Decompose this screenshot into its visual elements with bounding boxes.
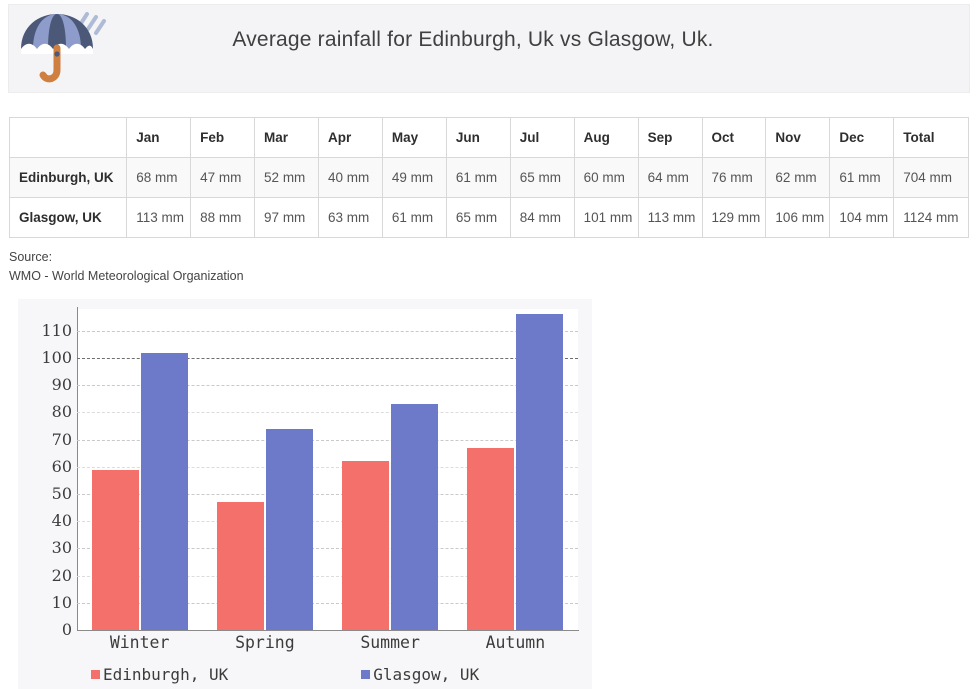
source-text: WMO - World Meteorological Organization (9, 269, 244, 283)
umbrella-with-rain-icon (9, 4, 117, 93)
cell-edinburgh-jun: 61 mm (445, 157, 511, 198)
cell-glasgow-jan: 113 mm (126, 197, 192, 238)
legend-item-glasgow[interactable]: Glasgow, UK (361, 665, 479, 684)
cell-edinburgh-mar: 52 mm (254, 157, 319, 198)
y-tick-label-90: 90 (51, 375, 72, 395)
bar-winter-glasgow[interactable] (140, 352, 188, 630)
chart-legend: Edinburgh, UK Glasgow, UK (77, 665, 578, 684)
row-label-glasgow: Glasgow, UK (8, 197, 128, 238)
cell-edinburgh-dec: 61 mm (829, 157, 895, 198)
y-tick-label-40: 40 (51, 511, 72, 531)
cell-glasgow-sep: 113 mm (637, 197, 703, 238)
cell-edinburgh-jul: 65 mm (509, 157, 575, 198)
y-tick-label-10: 10 (51, 592, 72, 612)
y-tick-label-50: 50 (51, 483, 72, 503)
cell-edinburgh-aug: 60 mm (573, 157, 639, 198)
bar-autumn-edinburgh[interactable] (467, 447, 515, 630)
column-header-jul: Jul (509, 117, 575, 158)
table-row: Glasgow, UK 113 mm 88 mm 97 mm 63 mm 61 … (8, 197, 969, 238)
cell-glasgow-nov: 106 mm (765, 197, 831, 238)
y-tick-label-80: 80 (51, 402, 72, 422)
column-header-apr: Apr (317, 117, 383, 158)
cell-edinburgh-jan: 68 mm (126, 157, 192, 198)
bar-spring-edinburgh[interactable] (216, 502, 264, 630)
bar-spring-glasgow[interactable] (265, 428, 313, 630)
cell-edinburgh-sep: 64 mm (637, 157, 703, 198)
cell-edinburgh-feb: 47 mm (190, 157, 256, 198)
column-header-jan: Jan (126, 117, 192, 158)
legend-swatch-icon (361, 670, 371, 679)
bar-winter-edinburgh[interactable] (91, 469, 139, 630)
x-axis-line (77, 630, 579, 631)
column-header-aug: Aug (573, 117, 639, 158)
legend-label-glasgow: Glasgow, UK (373, 665, 480, 684)
y-tick-label-0: 0 (61, 620, 72, 639)
x-axis-label-spring: Spring (235, 633, 295, 652)
column-header-mar: Mar (254, 117, 319, 158)
bar-summer-edinburgh[interactable] (342, 461, 390, 630)
table-corner-cell (8, 117, 128, 158)
table-head: Jan Feb Mar Apr May Jun Jul Aug Sep Oct … (8, 117, 969, 158)
x-axis-label-autumn: Autumn (485, 633, 546, 652)
column-header-total: Total (893, 117, 969, 158)
cell-edinburgh-oct: 76 mm (701, 157, 767, 198)
cell-glasgow-jul: 84 mm (509, 197, 575, 238)
table-header-row: Jan Feb Mar Apr May Jun Jul Aug Sep Oct … (8, 117, 969, 158)
column-header-oct: Oct (701, 117, 767, 158)
row-label-edinburgh: Edinburgh, UK (8, 157, 128, 198)
column-header-jun: Jun (445, 117, 511, 158)
y-tick-label-60: 60 (51, 456, 72, 476)
table-row: Edinburgh, UK 68 mm 47 mm 52 mm 40 mm 49… (8, 157, 969, 198)
cell-glasgow-aug: 101 mm (573, 197, 639, 238)
cell-glasgow-oct: 129 mm (701, 197, 767, 238)
cell-glasgow-jun: 65 mm (445, 197, 511, 238)
source-label: Source: (9, 250, 53, 264)
rainfall-table: Jan Feb Mar Apr May Jun Jul Aug Sep Oct … (8, 117, 969, 238)
cell-glasgow-total: 1124 mm (893, 197, 969, 238)
header-banner: Average rainfall for Edinburgh, Uk vs Gl… (8, 4, 970, 93)
table-body: Edinburgh, UK 68 mm 47 mm 52 mm 40 mm 49… (8, 157, 969, 238)
cell-edinburgh-total: 704 mm (893, 157, 969, 198)
y-tick-label-110: 110 (41, 320, 72, 340)
cell-glasgow-apr: 63 mm (317, 197, 383, 238)
y-tick-label-70: 70 (51, 429, 72, 449)
column-header-dec: Dec (829, 117, 895, 158)
cell-glasgow-mar: 97 mm (254, 197, 319, 238)
legend-item-edinburgh[interactable]: Edinburgh, UK (91, 665, 228, 684)
x-axis-label-winter: Winter (109, 633, 170, 652)
column-header-sep: Sep (637, 117, 703, 158)
bar-autumn-glasgow[interactable] (516, 314, 564, 630)
legend-label-edinburgh: Edinburgh, UK (103, 665, 229, 684)
y-tick-label-100: 100 (41, 347, 72, 367)
x-axis-label-summer: Summer (360, 633, 420, 652)
cell-glasgow-feb: 88 mm (190, 197, 256, 238)
gridline-110 (77, 330, 578, 332)
column-header-nov: Nov (765, 117, 831, 158)
column-header-may: May (381, 117, 447, 158)
source-block: Source: WMO - World Meteorological Organ… (9, 248, 244, 286)
rainfall-bar-chart: 0 10 20 30 40 50 60 70 80 90 100 110 Winter Spring Su… (18, 299, 592, 689)
legend-swatch-icon (91, 670, 100, 679)
y-axis-line (77, 307, 78, 630)
y-tick-label-20: 20 (51, 565, 72, 585)
cell-glasgow-may: 61 mm (381, 197, 447, 238)
column-header-feb: Feb (190, 117, 256, 158)
page-title: Average rainfall for Edinburgh, Uk vs Gl… (232, 28, 714, 52)
cell-edinburgh-may: 49 mm (381, 157, 447, 198)
cell-edinburgh-nov: 62 mm (765, 157, 831, 198)
bar-summer-glasgow[interactable] (391, 404, 439, 630)
cell-edinburgh-apr: 40 mm (317, 157, 383, 198)
y-tick-label-30: 30 (51, 538, 72, 558)
cell-glasgow-dec: 104 mm (829, 197, 895, 238)
